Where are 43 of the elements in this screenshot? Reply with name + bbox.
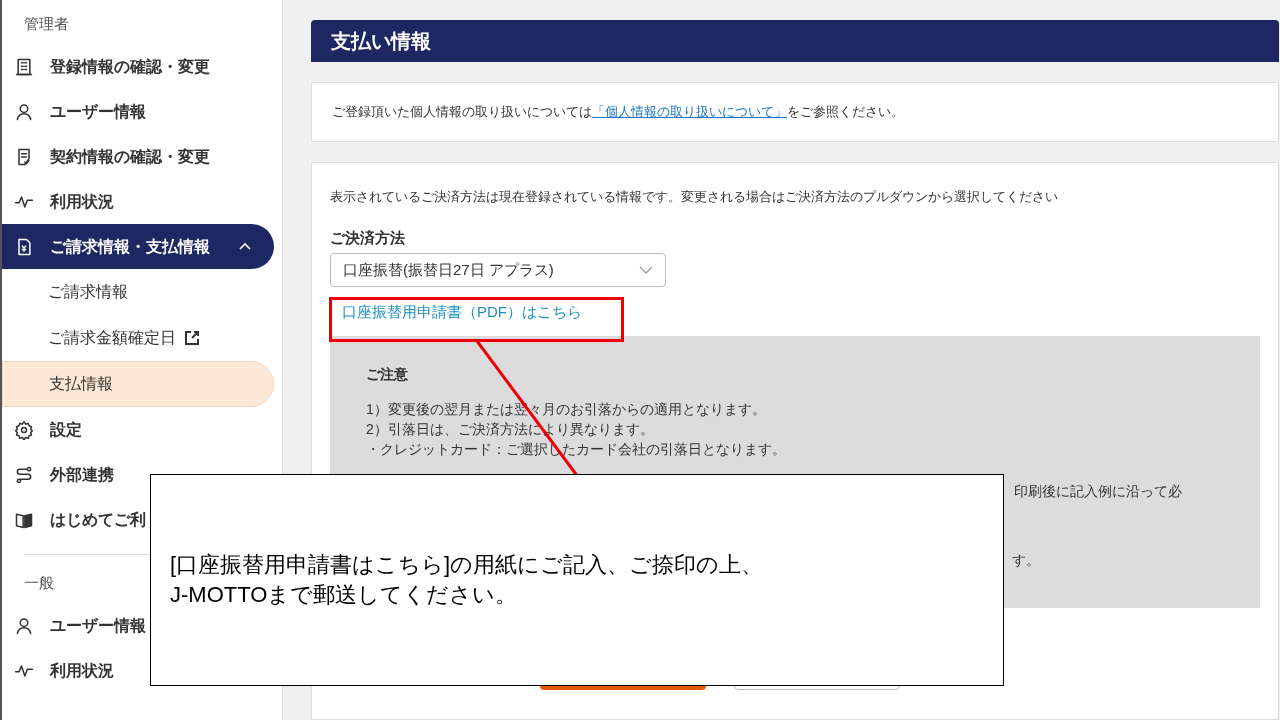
sidebar-item[interactable]: 設定 bbox=[2, 407, 274, 452]
building-icon bbox=[14, 56, 34, 77]
sidebar-subitem[interactable]: 支払情報 bbox=[2, 361, 274, 407]
pdf-link[interactable]: 口座振替用申請書（PDF）はこちら bbox=[342, 301, 1260, 324]
field-label: ご決済方法 bbox=[330, 227, 406, 248]
settings-icon bbox=[14, 419, 34, 440]
sidebar-item[interactable]: はじめてご利 bbox=[2, 497, 274, 542]
route-icon bbox=[14, 464, 34, 485]
privacy-link[interactable]: 「個人情報の取り扱いについて」 bbox=[592, 104, 787, 120]
payment-select[interactable]: 口座振替(振替日27日 アプラス) bbox=[330, 253, 666, 287]
sidebar-label: 契約情報の確認・変更 bbox=[50, 146, 210, 167]
sidebar-item[interactable]: ご請求情報・支払情報 bbox=[2, 224, 274, 269]
section-heading: 一般 bbox=[24, 574, 54, 591]
sidebar-label: 設定 bbox=[50, 419, 82, 440]
section-heading: 管理者 bbox=[24, 15, 69, 32]
notice-line: 印刷後に記入例に沿って必 bbox=[1014, 482, 1182, 499]
sidebar-item[interactable]: ユーザー情報 bbox=[2, 89, 274, 134]
sidebar-label: 登録情報の確認・変更 bbox=[50, 56, 210, 77]
sidebar-label: はじめてご利 bbox=[50, 509, 146, 530]
sidebar-label: ご請求情報 bbox=[48, 282, 128, 302]
sidebar-item[interactable]: 外部連携 bbox=[2, 452, 274, 497]
sidebar-label: ご請求情報・支払情報 bbox=[50, 236, 210, 257]
sidebar-item[interactable]: 契約情報の確認・変更 bbox=[2, 134, 274, 179]
callout-text: [口座振替用申請書はこちら]の用紙にご記入、ご捺印の上、 J-MOTTOまで郵送してください。 bbox=[170, 551, 764, 609]
sidebar-item[interactable]: 利用状況 bbox=[2, 648, 274, 693]
sidebar-label: 利用状況 bbox=[50, 191, 114, 212]
privacy-text: ご登録頂いた個人情報の取り扱いについては「個人情報の取り扱いについて」をご参照ください。 bbox=[332, 103, 904, 122]
page-title: 支払い情報 bbox=[311, 20, 1279, 62]
sidebar-label: 利用状況 bbox=[50, 660, 114, 681]
user-icon bbox=[14, 101, 34, 122]
sidebar-label: 支払情報 bbox=[49, 374, 113, 394]
sidebar-label: 外部連携 bbox=[50, 464, 114, 485]
user-icon bbox=[14, 615, 34, 636]
notice-title: ご注意 bbox=[366, 364, 409, 384]
sidebar-label: ユーザー情報 bbox=[50, 101, 146, 122]
sidebar-item[interactable]: 利用状況 bbox=[2, 179, 274, 224]
payment-description: 表示されているご決済方法は現在登録されている情報です。変更される場合はご決済方法のプルダウンから選択してください bbox=[330, 188, 1059, 206]
sidebar-label: ユーザー情報 bbox=[50, 615, 146, 636]
sidebar-subitem[interactable]: ご請求金額確定日 bbox=[2, 315, 274, 361]
sidebar-item[interactable]: 登録情報の確認・変更 bbox=[2, 44, 274, 89]
sidebar-label: ご請求金額確定日 bbox=[48, 328, 176, 348]
sidebar-subitem[interactable]: ご請求情報 bbox=[2, 269, 274, 315]
notice-line: す。 bbox=[1012, 551, 1040, 568]
